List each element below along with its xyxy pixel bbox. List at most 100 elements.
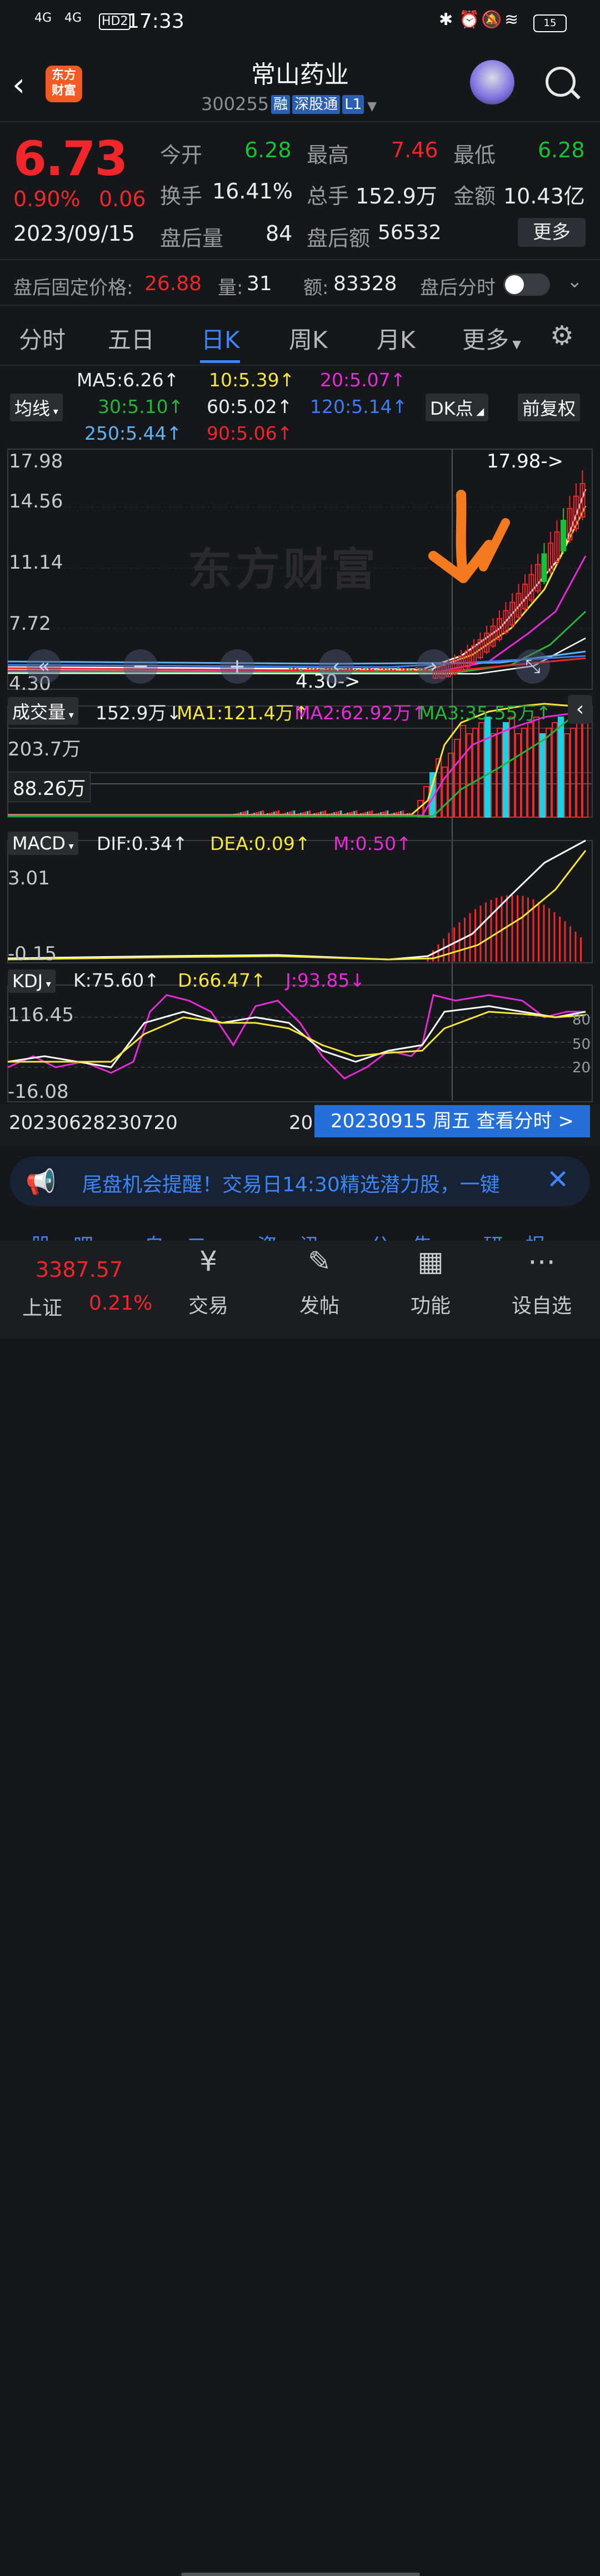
ma250-value: 250:5.44↑ <box>84 422 182 444</box>
margin-tag: 融 <box>271 95 291 114</box>
kdj-y-bottom: -16.08 <box>8 1081 69 1103</box>
candle-body <box>404 668 407 670</box>
volume-bar <box>539 733 546 818</box>
view-timeshare-button[interactable]: 20230915 周五 查看分时 > <box>314 1105 590 1137</box>
index-name[interactable]: 上证 <box>22 1292 62 1321</box>
fixed-price-value: 26.88 <box>144 272 202 295</box>
step-left-icon[interactable]: ‹ <box>319 649 353 684</box>
index-value[interactable]: 3387.57 <box>36 1257 123 1282</box>
candle-body <box>412 669 414 672</box>
battery-icon: 15 <box>533 14 567 32</box>
candle-body <box>386 668 389 670</box>
volume-bar <box>460 725 466 818</box>
volume-cursor-value: 88.26万 <box>8 772 91 802</box>
kdj-level-80: 80 <box>572 1012 591 1028</box>
dk-point-button[interactable]: DK点 ◢ <box>426 394 489 421</box>
volume-value: 152.9万↓ <box>96 702 182 724</box>
macd-y-top: 3.01 <box>8 867 50 889</box>
level-tag: L1 <box>342 95 364 114</box>
macd-dif: DIF:0.34↑ <box>97 833 188 854</box>
tab-daily-k[interactable]: 日K <box>201 321 240 355</box>
kline-y-3: 11.14 <box>9 551 63 574</box>
home-indicator <box>181 2573 420 2576</box>
volume-bar <box>558 717 564 818</box>
nav-post[interactable]: 发帖 <box>278 1290 361 1319</box>
more-dots-icon[interactable]: ⋯ <box>500 1245 583 1277</box>
kdj-level-20: 20 <box>572 1060 591 1076</box>
candle-body <box>390 669 392 671</box>
signal-icon-2: 4G <box>64 11 82 25</box>
collapse-panel-icon[interactable]: ‹ <box>568 695 592 724</box>
fullscreen-icon[interactable]: ⤡ <box>516 649 550 684</box>
tab-five-day[interactable]: 五日 <box>108 321 154 355</box>
candle-body <box>361 667 363 669</box>
volume-bar <box>491 733 497 818</box>
kdj-k: K:75.60↑ <box>73 969 159 991</box>
adjust-button[interactable]: 前复权 <box>518 394 581 421</box>
active-tab-indicator <box>200 360 240 363</box>
kline-y-2: 14.56 <box>9 490 63 513</box>
kline-y-4: 7.72 <box>9 613 51 635</box>
macd-button[interactable]: MACD ▾ <box>8 832 78 855</box>
close-icon[interactable]: ✕ <box>547 1164 569 1195</box>
low-value: 6.28 <box>538 138 585 162</box>
zoom-in-icon[interactable]: + <box>220 649 254 684</box>
afterhours-timeshare-label: 盘后分时 <box>420 277 496 299</box>
ma-button[interactable]: 均线 ▾ <box>10 394 63 421</box>
robot-avatar-icon[interactable] <box>470 60 514 105</box>
candle-body <box>383 668 385 670</box>
volume-bar <box>582 717 588 818</box>
open-label: 今开 <box>160 143 203 167</box>
connect-tag: 深股通 <box>292 95 341 114</box>
megaphone-icon: 📢 <box>26 1168 56 1196</box>
tab-more[interactable]: 更多 ▼ <box>462 321 521 355</box>
volume-bar <box>564 733 570 818</box>
kdj-button[interactable]: KDJ ▾ <box>8 969 56 993</box>
afterhours-amount-value: 56532 <box>378 221 442 244</box>
scroll-left-icon[interactable]: « <box>27 649 61 684</box>
volume-y-top: 203.7万 <box>8 738 81 760</box>
fixed-amt-value: 83328 <box>333 272 397 295</box>
afterhours-amount-label: 盘后额 <box>307 226 371 251</box>
index-change: 0.21% <box>89 1292 153 1315</box>
kdj-level-50: 50 <box>572 1036 591 1053</box>
afterhours-toggle[interactable] <box>503 273 550 296</box>
zoom-out-icon[interactable]: − <box>123 649 158 684</box>
settings-gear-icon[interactable]: ⚙ <box>550 320 574 351</box>
tab-timeshare[interactable]: 分时 <box>19 321 66 355</box>
ma90-value: 90:5.06↑ <box>207 422 293 444</box>
ma10-value: 10:5.39↑ <box>209 369 295 391</box>
candle-body <box>379 667 382 669</box>
function-grid-icon[interactable]: ▦ <box>389 1245 472 1277</box>
nav-trade[interactable]: 交易 <box>167 1290 250 1319</box>
afterhours-volume-label: 盘后量 <box>160 226 224 251</box>
fixed-qty-value: 31 <box>247 272 272 295</box>
high-value: 7.46 <box>391 138 438 162</box>
stock-code-line[interactable]: 300255 融深股通 L1 ▼ <box>201 93 377 115</box>
post-edit-icon[interactable]: ✎ <box>278 1245 361 1277</box>
nav-add-watchlist[interactable]: 设自选 <box>500 1290 583 1319</box>
candle-body <box>393 669 396 672</box>
turnover-label: 换手 <box>160 184 203 208</box>
step-right-icon[interactable]: › <box>417 649 451 684</box>
macd-m: M:0.50↑ <box>333 833 412 854</box>
tab-weekly-k[interactable]: 周K <box>289 321 328 355</box>
volume-bar <box>454 739 460 818</box>
tab-monthly-k[interactable]: 月K <box>377 321 416 355</box>
candle-body <box>289 667 291 669</box>
promo-banner[interactable]: 📢 尾盘机会提醒！交易日14:30精选潜力股，一键 ✕ <box>10 1156 590 1206</box>
nav-function[interactable]: 功能 <box>389 1290 472 1319</box>
volume-indicator-button[interactable]: 成交量 ▾ <box>8 697 78 725</box>
volume-value: 152.9万 <box>356 184 437 208</box>
date-label-3: 20 <box>289 1112 313 1134</box>
candle-body <box>307 667 309 669</box>
ma30-value: 30:5.10↑ <box>98 396 184 417</box>
trade-icon[interactable]: ¥ <box>167 1245 250 1277</box>
chevron-down-icon[interactable]: ⌄ <box>567 270 583 292</box>
fixed-price-label: 盘后固定价格: <box>13 277 133 299</box>
macd-y-bottom: -0.15 <box>8 943 57 965</box>
more-button[interactable]: 更多 <box>518 218 586 247</box>
volume-bar <box>484 717 491 818</box>
candle-body <box>401 668 403 670</box>
macd-dea: DEA:0.09↑ <box>210 833 311 854</box>
